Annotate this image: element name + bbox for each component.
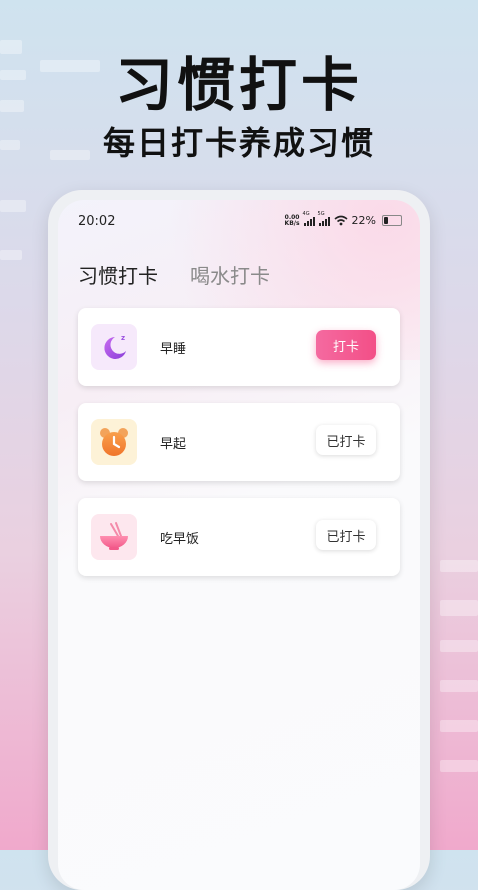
signal-5g-icon: 5G xyxy=(318,211,330,226)
tab-water-checkin[interactable]: 喝水打卡 xyxy=(190,260,270,289)
signal-4g-icon: 4G xyxy=(303,211,315,226)
promo-title: 习惯打卡 xyxy=(114,51,363,119)
checkin-button[interactable]: 打卡 xyxy=(316,330,376,360)
phone-frame: 20:02 0.00 KB/s 4G 5G 22% 习惯打卡 喝水打卡 z 早睡… xyxy=(48,190,430,890)
status-bar: 20:02 0.00 KB/s 4G 5G 22% xyxy=(78,211,402,234)
habit-name: 早起 xyxy=(160,437,187,452)
checked-in-button[interactable]: 已打卡 xyxy=(316,520,376,550)
checked-in-button[interactable]: 已打卡 xyxy=(316,425,376,455)
svg-text:z: z xyxy=(121,334,125,342)
habit-name: 吃早饭 xyxy=(160,532,200,547)
habit-name: 早睡 xyxy=(160,342,187,357)
habit-icon-container: z xyxy=(91,324,137,370)
tab-bar: 习惯打卡 喝水打卡 xyxy=(78,260,270,289)
bowl-icon xyxy=(100,522,128,550)
app-screen: 20:02 0.00 KB/s 4G 5G 22% 习惯打卡 喝水打卡 z 早睡… xyxy=(58,200,420,890)
wifi-icon xyxy=(334,215,348,226)
alarm-clock-icon xyxy=(100,428,128,456)
battery-percent: 22% xyxy=(351,214,376,227)
battery-icon xyxy=(382,215,402,226)
habit-card-breakfast: 吃早饭 已打卡 xyxy=(78,498,400,576)
network-speed: 0.00 KB/s xyxy=(284,213,300,227)
habit-card-sleep: z 早睡 打卡 xyxy=(78,308,400,386)
habit-icon-container xyxy=(91,514,137,560)
promo-subtitle: 每日打卡养成习惯 xyxy=(102,124,375,162)
moon-icon: z xyxy=(104,334,126,359)
habit-icon-container xyxy=(91,419,137,465)
status-time: 20:02 xyxy=(78,214,116,229)
tab-habit-checkin[interactable]: 习惯打卡 xyxy=(78,260,158,289)
habit-card-wakeup: 早起 已打卡 xyxy=(78,403,400,481)
